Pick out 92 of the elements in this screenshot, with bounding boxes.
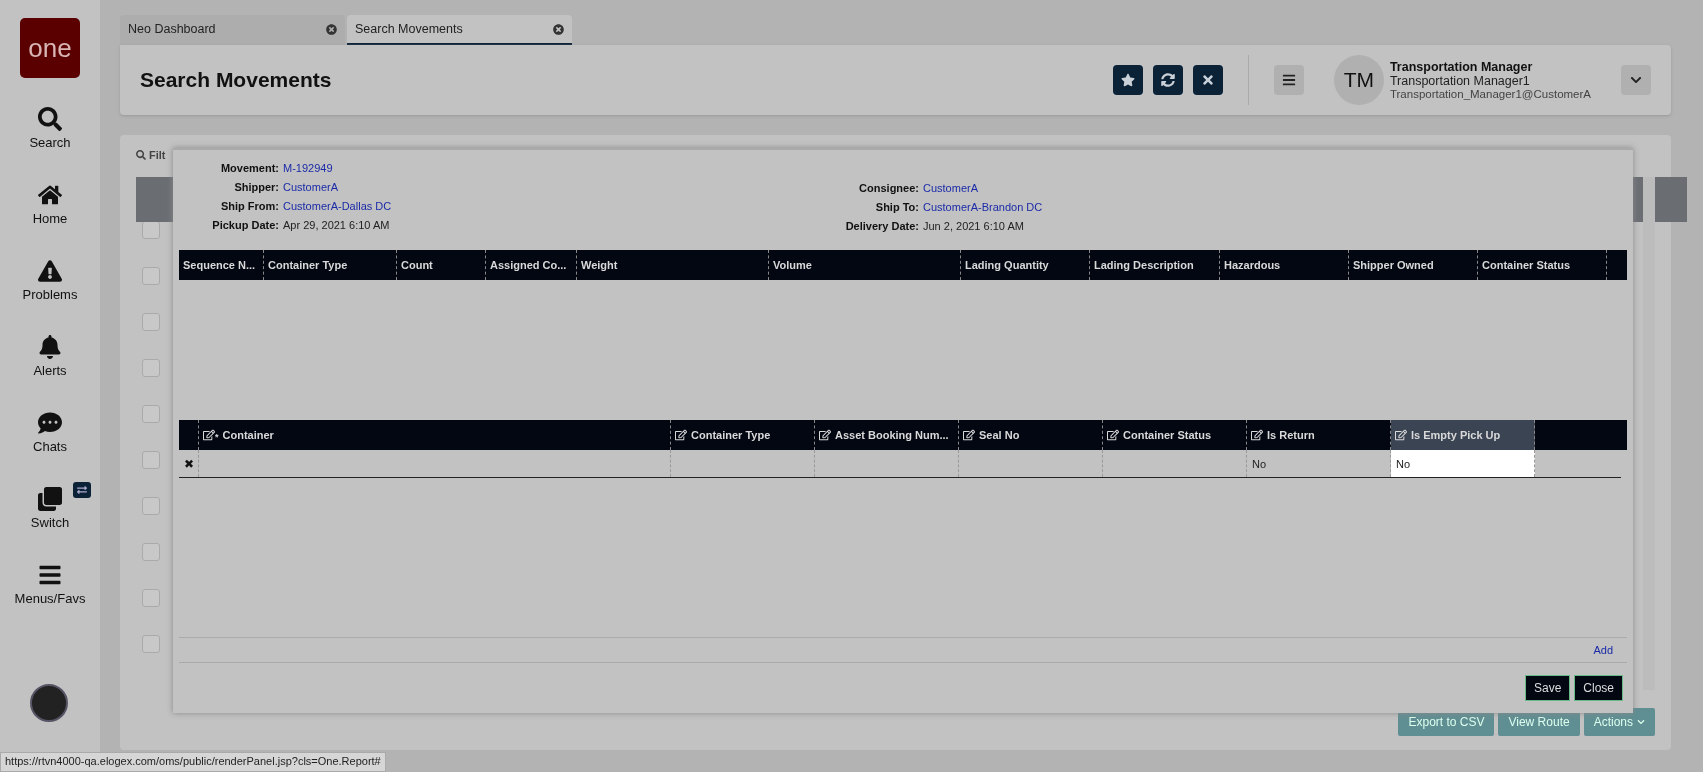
sidebar-item[interactable]: Home [32,172,68,236]
close-icon[interactable] [326,23,337,35]
page-title: Search Movements [140,68,333,92]
close-button[interactable] [1192,65,1223,95]
column-header[interactable]: * Container [199,420,671,450]
field-link[interactable]: M-192949 [283,162,819,174]
field-value: Jun 2, 2021 6:10 AM [923,220,1025,232]
search-icon [136,150,146,160]
app-logo[interactable]: one [20,18,80,78]
delete-row-icon[interactable]: ✖ [184,456,194,471]
scrollbar[interactable] [1643,177,1655,690]
field-link[interactable]: CustomerA-Dallas DC [283,200,819,212]
column-header[interactable]: Shipper Owned [1349,250,1478,280]
column-header[interactable]: Count [397,250,486,280]
row-checkbox[interactable] [142,451,160,469]
row-checkbox[interactable] [142,359,160,377]
field-label: Ship To: [874,201,919,213]
required-mark: * [215,432,219,442]
field-label: Movement: [219,162,279,174]
edit-icon [963,429,975,441]
sidebar-item[interactable]: Chats [33,400,67,464]
caret-icon [1637,718,1645,726]
row-checkbox[interactable] [142,543,160,561]
user-email: Transportation_Manager1@CustomerA [1389,88,1591,100]
chat-bubble-icon [38,410,62,435]
column-header[interactable]: Volume [769,250,961,280]
windows-icon [38,486,62,511]
row-checkbox[interactable] [142,497,160,515]
edit-icon [203,429,215,441]
column-header[interactable]: Assigned Co... [486,250,577,280]
user-name: Transportation Manager [1389,60,1534,74]
column-header[interactable]: Sequence N... [179,250,264,280]
column-header[interactable]: Lading Description [1090,250,1220,280]
swap-badge-icon [73,482,92,498]
refresh-button[interactable] [1152,65,1183,95]
edit-icon [1251,429,1263,441]
status-url: https://rtvn4000-qa.elogex.com/oms/public/renderPanel.jsp?cls=One.Report# [0,752,386,772]
filter-text: Filt [149,149,166,161]
column-header[interactable]: Container Status [1103,420,1247,450]
row-checkbox[interactable] [142,635,160,653]
dialog-button[interactable]: Save [1524,675,1571,701]
menu-icon [1281,73,1296,87]
add-link[interactable]: Add [1593,644,1613,656]
edit-icon [675,429,687,441]
sidebar-item[interactable]: Search [29,96,71,160]
table-cell[interactable]: No [1391,450,1535,477]
column-header[interactable]: Weight [577,250,769,280]
column-header[interactable]: Hazardous [1220,250,1349,280]
tab[interactable]: Neo Dashboard [120,15,345,45]
close-icon[interactable] [553,23,564,35]
field-label: Ship From: [219,200,279,212]
field-label: Delivery Date: [844,220,919,232]
sidebar-item[interactable]: Alerts [33,324,67,388]
row-checkbox[interactable] [142,313,160,331]
sidebar-item[interactable]: Problems [22,248,78,312]
favorite-button[interactable] [1112,65,1143,95]
row-checkbox[interactable] [142,405,160,423]
row-checkbox[interactable] [142,589,160,607]
row-checkbox[interactable] [142,267,160,285]
dialog-button[interactable]: Close [1574,675,1623,701]
sidebar-item[interactable]: Switch [30,476,70,540]
star-icon [1120,73,1135,87]
user-role: Transportation Manager1 [1389,74,1531,88]
sidebar-item[interactable]: Menus/Favs [14,552,86,616]
warning-icon [38,258,62,283]
avatar-icon[interactable] [30,684,68,722]
column-header[interactable]: Container Type [264,250,397,280]
dropdown-button[interactable] [1621,65,1651,95]
user-avatar: TM [1333,55,1384,105]
search-icon [38,106,62,131]
field-label: Shipper: [233,181,279,193]
column-header[interactable]: Container Type [671,420,815,450]
edit-icon [819,429,831,441]
column-header[interactable]: Lading Quantity [961,250,1090,280]
close-icon [1200,73,1215,87]
bell-icon [38,334,62,359]
menu-button[interactable] [1273,65,1304,95]
field-value: Apr 29, 2021 6:10 AM [283,219,391,231]
column-header[interactable]: Is Empty Pick Up [1391,420,1535,450]
column-header[interactable]: Seal No [959,420,1103,450]
chevron-down-icon [1630,74,1642,86]
column-header[interactable]: Container Status [1478,250,1607,280]
field-link[interactable]: CustomerA [923,182,1043,194]
field-link[interactable]: CustomerA-Brandon DC [923,201,1043,213]
refresh-icon [1160,73,1175,87]
field-label: Consignee: [858,182,919,194]
edit-icon [1395,429,1407,441]
column-header[interactable]: Asset Booking Num... [815,420,959,450]
tab[interactable]: Search Movements [347,15,572,45]
field-link[interactable]: CustomerA [283,181,819,193]
field-label: Pickup Date: [211,219,279,231]
edit-icon [1107,429,1119,441]
